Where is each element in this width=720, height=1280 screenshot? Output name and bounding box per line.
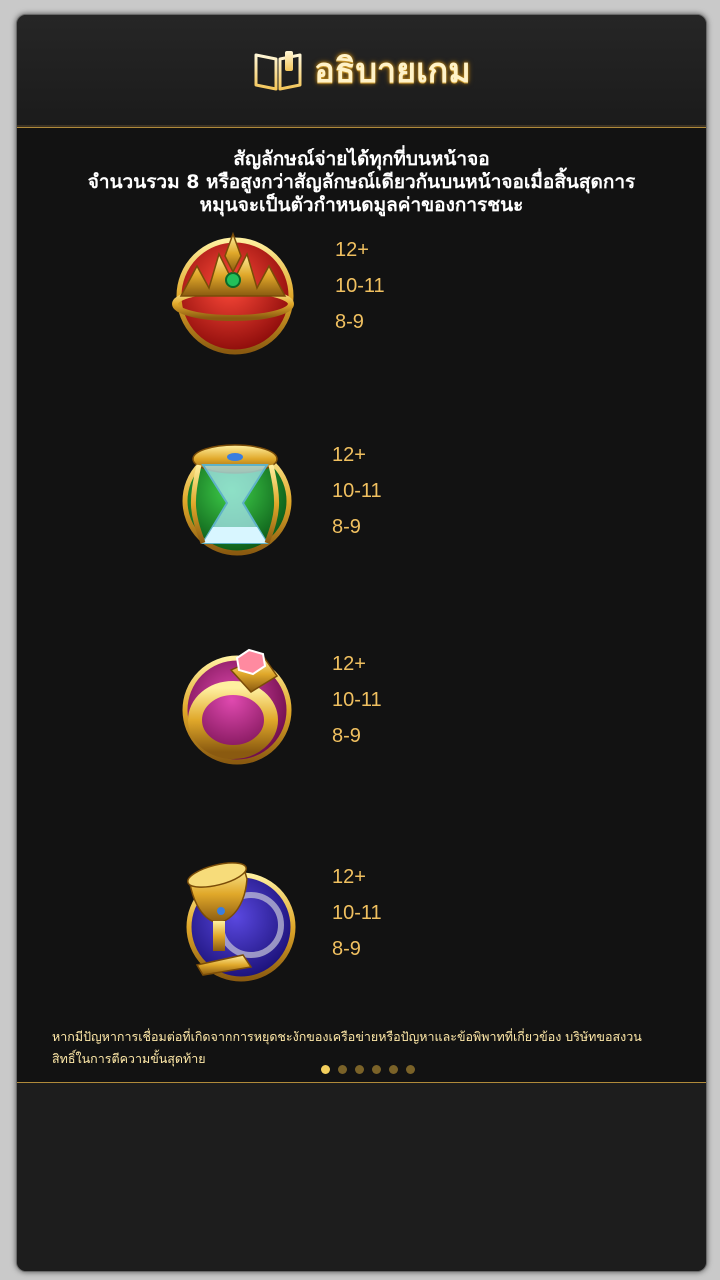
payout-count: 8-9 (332, 725, 361, 747)
description-line: จำนวนรวม 8 หรือสูงกว่าสัญลักษณ์เดียวกันบ… (87, 171, 636, 193)
payout-list: 12+ 10-11 8-9 (332, 437, 382, 545)
page-dot-6[interactable] (406, 1065, 415, 1074)
page-title: อธิบายเกม (314, 51, 471, 91)
payout-count: 12+ (332, 444, 366, 466)
page-dot-2[interactable] (338, 1065, 347, 1074)
ring-icon (182, 648, 292, 765)
disclaimer-text: หากมีปัญหาการเชื่อมต่อที่เกิดจากการหยุดช… (52, 1026, 682, 1070)
description-line: สัญลักษณ์จ่ายได้ทุกที่บนหน้าจอ (233, 148, 490, 170)
page-indicator (321, 1065, 415, 1075)
page-dot-3[interactable] (355, 1065, 364, 1074)
payout-count: 10-11 (332, 902, 382, 924)
payout-count: 12+ (335, 239, 369, 261)
disclaimer-line: หากมีปัญหาการเชื่อมต่อที่เกิดจากการหยุดช… (52, 1029, 642, 1044)
paytable-content: สัญลักษณ์จ่ายได้ทุกที่บนหน้าจอ จำนวนรวม … (17, 127, 706, 1083)
chalice-icon (186, 862, 296, 982)
symbol-row-crown: 12+ 10-11 8-9 (17, 226, 706, 356)
hourglass-icon (182, 444, 292, 556)
page-dot-5[interactable] (389, 1065, 398, 1074)
symbol-row-chalice: 12+ 10-11 8-9 (17, 855, 706, 985)
page-dot-4[interactable] (372, 1065, 381, 1074)
paytable-description: สัญลักษณ์จ่ายได้ทุกที่บนหน้าจอ จำนวนรวม … (17, 148, 706, 217)
payout-count: 10-11 (335, 275, 385, 297)
symbol-row-hourglass: 12+ 10-11 8-9 (17, 431, 706, 561)
book-icon (254, 51, 302, 91)
payout-list: 12+ 10-11 8-9 (335, 232, 385, 340)
page-dot-1[interactable] (321, 1065, 330, 1074)
payout-count: 12+ (332, 653, 366, 675)
payout-count: 10-11 (332, 689, 382, 711)
panel-footer (17, 1083, 706, 1271)
payout-list: 12+ 10-11 8-9 (332, 646, 382, 754)
payout-count: 8-9 (335, 311, 364, 333)
description-line: หมุนจะเป็นตัวกำหนดมูลค่าของการชนะ (199, 194, 524, 216)
crown-icon (172, 231, 294, 355)
panel-header: อธิบายเกม (17, 15, 706, 127)
payout-count: 12+ (332, 866, 366, 888)
payout-count: 8-9 (332, 516, 361, 538)
payout-count: 8-9 (332, 938, 361, 960)
symbol-row-ring: 12+ 10-11 8-9 (17, 640, 706, 770)
payout-count: 10-11 (332, 480, 382, 502)
payout-list: 12+ 10-11 8-9 (332, 859, 382, 967)
game-info-panel: อธิบายเกม สัญลักษณ์จ่ายได้ทุกที่บนหน้าจอ… (16, 14, 707, 1272)
